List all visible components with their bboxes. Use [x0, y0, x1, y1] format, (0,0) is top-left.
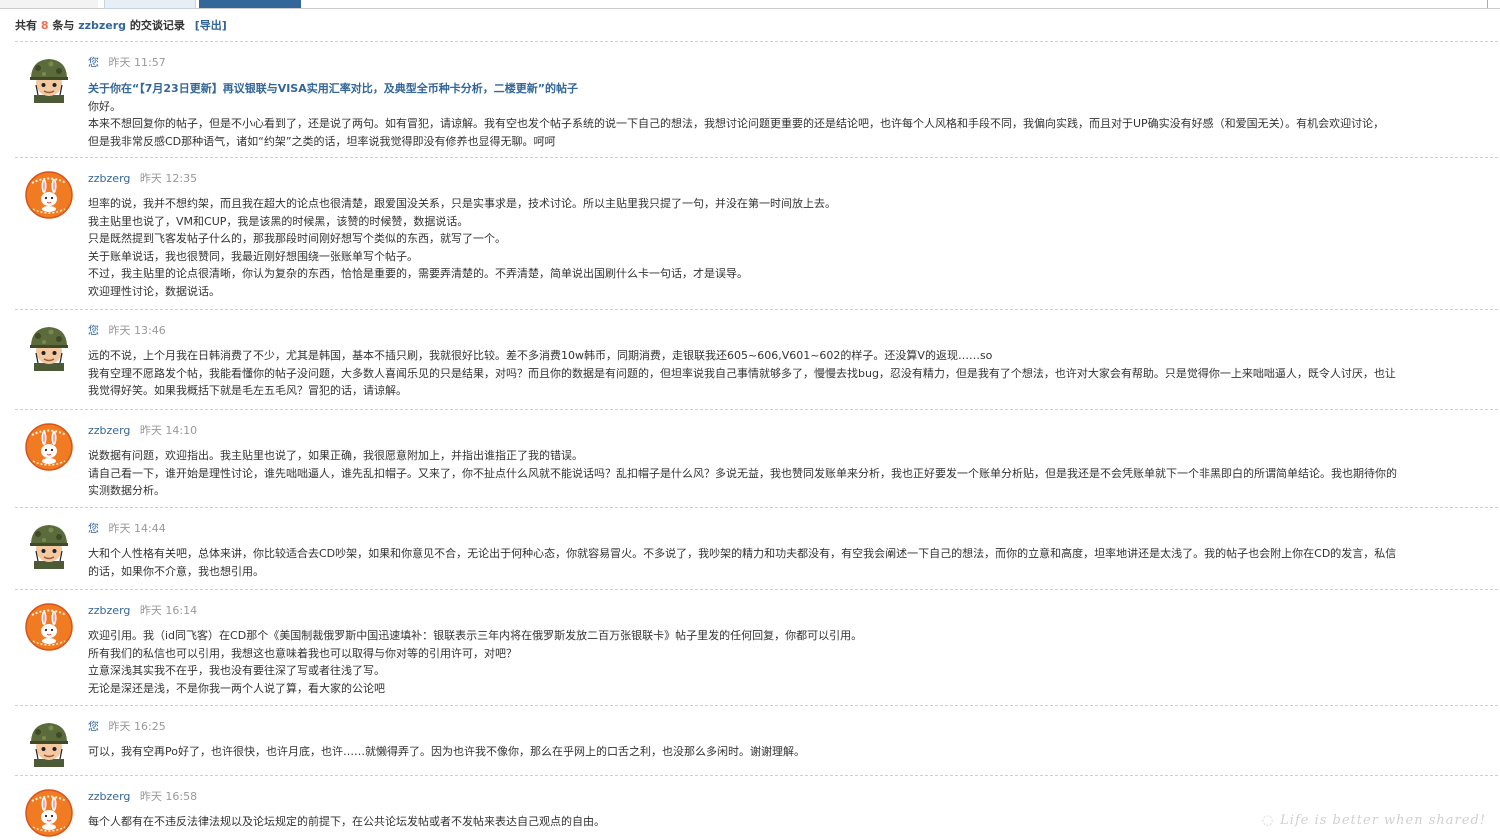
message-line: 本来不想回复你的帖子，但是不小心看到了，还是说了两句。如有冒犯，请谅解。我有空也… — [88, 117, 1385, 130]
message-line: 但是我非常反感CD那种语气，诸如“约架”之类的话，坦率说我觉得即没有修养也显得无… — [88, 134, 556, 148]
message-header: zzbzerg 昨天 16:14 — [88, 602, 197, 618]
message-body: 远的不说，上个月我在日韩消费了不少，尤其是韩国，基本不插只刷，我就很好比较。差不… — [88, 347, 1483, 400]
message-item: 您 昨天 16:25 可以，我有空再Po好了，也许很快，也许月底，也许……就懒得… — [15, 706, 1498, 776]
message-item: zzbzerg 昨天 16:58 每个人都有在不违反法律法规以及论坛规定的前提下… — [15, 776, 1498, 840]
message-time: 昨天 12:35 — [139, 172, 198, 185]
message-time: 昨天 16:25 — [108, 720, 166, 733]
tab-private-messages[interactable] — [0, 0, 98, 8]
message-time: 昨天 11:57 — [108, 56, 166, 69]
message-line: 我觉得好笑。如果我概括下就是毛左五毛风？冒犯的话，请谅解。 — [88, 384, 407, 397]
message-body: 说数据有问题，欢迎指出。我主贴里也说了，如果正确，我很愿意附加上，并指出谁指正了… — [88, 447, 1483, 500]
message-header: 您 昨天 16:25 — [88, 718, 166, 734]
message-author[interactable]: zzbzerg — [88, 172, 130, 185]
message-line: 我主贴里也说了，VM和CUP，我是该黑的时候黑，该赞的时候赞，数据说话。 — [88, 214, 469, 228]
export-link[interactable]: [导出] — [195, 19, 227, 32]
message-author[interactable]: 您 — [88, 522, 99, 535]
message-header: 您 昨天 13:46 — [88, 322, 166, 338]
message-item: zzbzerg 昨天 12:35 坦率的说，我并不想约架，而且我在超大的论点也很… — [15, 158, 1498, 310]
watermark-text: Life is better when shared! — [1280, 813, 1486, 828]
tab-bar — [0, 0, 1500, 9]
message-line: 立意深浅其实我不在乎，我也没有要往深了写或者往浅了写。 — [88, 664, 385, 677]
message-line: 请自己看一下，谁开始是理性讨论，谁先咄咄逼人，谁先乱扣帽子。又来了，你不扯点什么… — [88, 466, 1397, 480]
message-header: zzbzerg 昨天 16:58 — [88, 788, 197, 804]
message-time: 昨天 16:58 — [139, 790, 198, 803]
message-time: 昨天 14:10 — [139, 424, 198, 437]
soldier-avatar[interactable] — [25, 719, 73, 767]
message-line: 只是既然提到飞客发帖子什么的，那我那段时间刚好想写个类似的东西，就写了一个。 — [88, 232, 506, 245]
message-header: 您 昨天 11:57 — [88, 54, 166, 70]
rabbit-avatar[interactable] — [25, 423, 73, 471]
message-author[interactable]: 您 — [88, 324, 99, 337]
message-line: 不过，我主贴里的论点很清晰，你认为复杂的东西，恰恰是重要的，需要弄清楚的。不弄清… — [88, 267, 748, 280]
summary-mid: 条与 — [52, 19, 75, 32]
message-line: 实测数据分析。 — [88, 484, 165, 497]
message-line: 说数据有问题，欢迎指出。我主贴里也说了，如果正确，我很愿意附加上，并指出谁指正了… — [88, 449, 583, 462]
soldier-avatar[interactable] — [25, 55, 73, 103]
message-line: 你好。 — [88, 99, 121, 113]
tab-active[interactable] — [199, 0, 301, 8]
message-time: 昨天 16:14 — [139, 604, 198, 617]
message-body: 可以，我有空再Po好了，也许很快，也许月底，也许……就懒得弄了。因为也许我不像你… — [88, 743, 1483, 761]
message-line: 关于账单说话，我也很赞同，我最近刚好想围绕一张账单写个帖子。 — [88, 249, 418, 263]
message-author[interactable]: zzbzerg — [88, 790, 130, 803]
message-header: zzbzerg 昨天 12:35 — [88, 170, 197, 186]
message-line: 我有空理不愿路发个帖，我能看懂你的帖子没问题，大多数人喜闻乐见的只是结果，对吗？… — [88, 366, 1396, 380]
message-line: 欢迎理性讨论，数据说话。 — [88, 284, 220, 298]
message-item: 您 昨天 13:46 远的不说，上个月我在日韩消费了不少，尤其是韩国，基本不插只… — [15, 310, 1498, 410]
rabbit-avatar[interactable] — [25, 171, 73, 219]
partner-username[interactable]: zzbzerg — [78, 19, 126, 32]
message-line: 可以，我有空再Po好了，也许很快，也许月底，也许……就懒得弄了。因为也许我不像你… — [88, 745, 805, 758]
thread-title-link[interactable]: 关于你在“【7月23日更新】再议银联与VISA实用汇率对比，及典型全币种卡分析，… — [88, 80, 1483, 98]
message-item: 您 昨天 14:44 大和个人性格有关吧，总体来讲，你比较适合去CD吵架，如果和… — [15, 508, 1498, 590]
message-body: 欢迎引用。我（id同飞客）在CD那个《美国制裁俄罗斯中国迅速填补：银联表示三年内… — [88, 627, 1483, 697]
rabbit-avatar[interactable] — [25, 603, 73, 651]
message-author[interactable]: zzbzerg — [88, 604, 130, 617]
message-body: 坦率的说，我并不想约架，而且我在超大的论点也很清楚，跟爱国没关系，只是实事求是，… — [88, 195, 1483, 300]
message-time: 昨天 13:46 — [108, 324, 166, 337]
message-line: 远的不说，上个月我在日韩消费了不少，尤其是韩国，基本不插只刷，我就很好比较。差不… — [88, 349, 993, 362]
message-header: zzbzerg 昨天 14:10 — [88, 422, 197, 438]
soldier-avatar[interactable] — [25, 521, 73, 569]
message-item: zzbzerg 昨天 14:10 说数据有问题，欢迎指出。我主贴里也说了，如果正… — [15, 410, 1498, 508]
message-author[interactable]: 您 — [88, 720, 99, 733]
watermark: ◌ Life is better when shared! — [1262, 813, 1486, 828]
message-item: zzbzerg 昨天 16:14 欢迎引用。我（id同飞客）在CD那个《美国制裁… — [15, 590, 1498, 706]
summary-suffix: 的交谈记录 — [129, 19, 185, 32]
tab-bar-edge — [1487, 0, 1488, 8]
message-header: 您 昨天 14:44 — [88, 520, 166, 536]
message-author[interactable]: zzbzerg — [88, 424, 130, 437]
share-eye-icon: ◌ — [1261, 813, 1275, 828]
rabbit-avatar[interactable] — [25, 789, 73, 837]
message-item: 您 昨天 11:57 关于你在“【7月23日更新】再议银联与VISA实用汇率对比… — [15, 42, 1498, 158]
message-line: 坦率的说，我并不想约架，而且我在超大的论点也很清楚，跟爱国没关系，只是实事求是，… — [88, 197, 836, 210]
summary-prefix: 共有 — [15, 19, 37, 32]
soldier-avatar[interactable] — [25, 323, 73, 371]
message-body: 大和个人性格有关吧，总体来讲，你比较适合去CD吵架，如果和你意见不合，无论出于何… — [88, 545, 1483, 580]
message-count: 8 — [40, 19, 49, 32]
message-time: 昨天 14:44 — [108, 522, 166, 535]
message-author[interactable]: 您 — [88, 56, 99, 69]
message-line: 无论是深还是浅，不是你我一两个人说了算，看大家的公论吧 — [88, 681, 385, 695]
message-body: 关于你在“【7月23日更新】再议银联与VISA实用汇率对比，及典型全币种卡分析，… — [88, 80, 1483, 150]
conversation-summary: 共有 8 条与 zzbzerg 的交谈记录 [导出] — [15, 17, 227, 33]
message-line: 欢迎引用。我（id同飞客）在CD那个《美国制裁俄罗斯中国迅速填补：银联表示三年内… — [88, 629, 863, 642]
message-line: 所有我们的私信也可以引用，我想这也意味着我也可以取得与你对等的引用许可，对吧？ — [88, 646, 517, 660]
tab-system-messages[interactable] — [104, 0, 196, 9]
message-line: 大和个人性格有关吧，总体来讲，你比较适合去CD吵架，如果和你意见不合，无论出于何… — [88, 547, 1397, 560]
message-line: 的话，如果你不介意，我也想引用。 — [88, 564, 264, 578]
